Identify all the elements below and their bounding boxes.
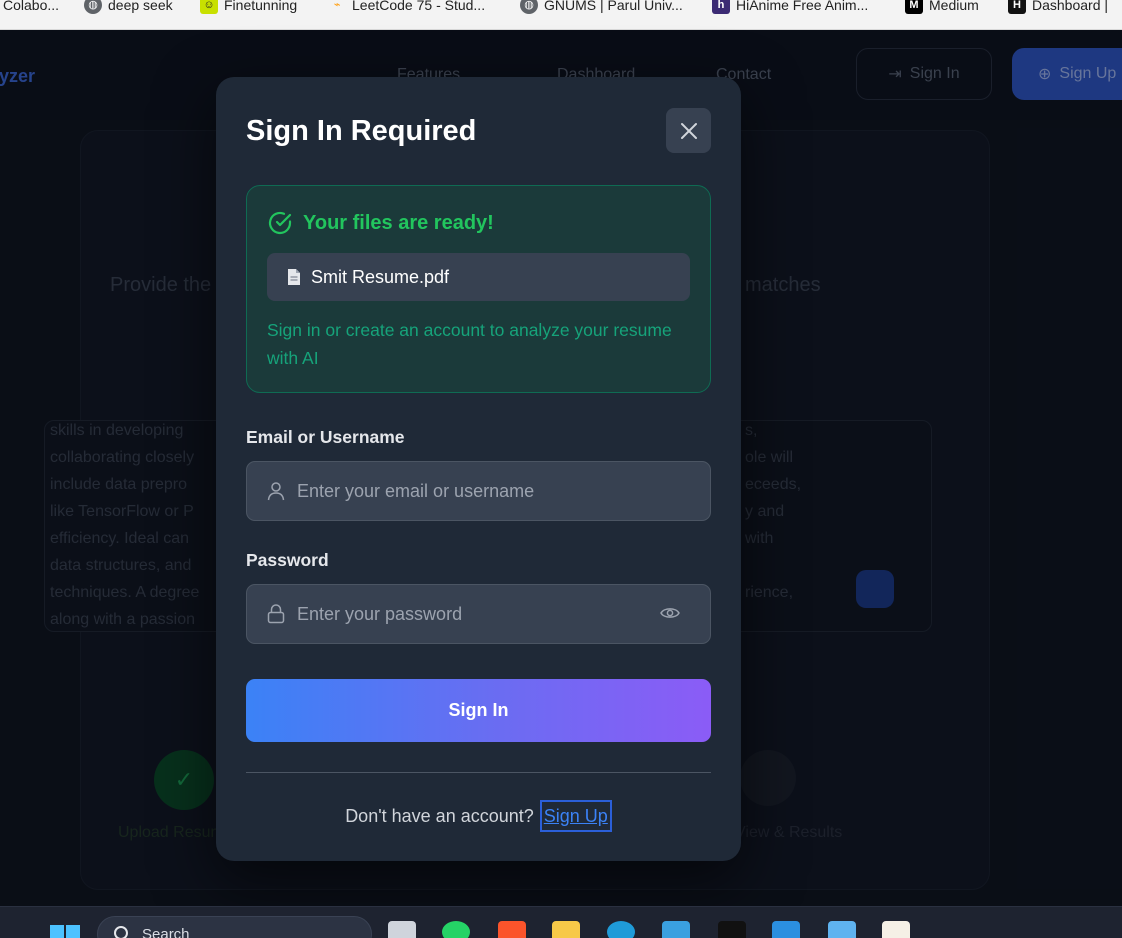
bookmark-item[interactable]: H Dashboard |: [1008, 0, 1108, 14]
sign-up-link[interactable]: Sign Up: [539, 800, 612, 832]
hackerrank-icon: H: [1008, 0, 1026, 14]
taskbar-search[interactable]: Search: [97, 916, 372, 938]
notepad-icon[interactable]: [828, 921, 856, 938]
email-input[interactable]: [297, 480, 637, 502]
globe-icon: ◍: [520, 0, 538, 14]
bookmarks-bar: Colabo... ◍ deep seek ☺ Finetunning ⌁ Le…: [0, 0, 1122, 30]
taskbar: Search: [0, 906, 1122, 938]
email-field[interactable]: [246, 461, 711, 521]
password-field[interactable]: [246, 584, 711, 644]
close-icon: [680, 122, 697, 139]
brave-icon[interactable]: [498, 921, 526, 938]
password-label: Password: [246, 550, 329, 570]
medium-icon: M: [905, 0, 923, 14]
file-chip: Smit Resume.pdf: [267, 253, 690, 301]
bookmark-item[interactable]: ◍ GNUMS | Parul Univ...: [520, 0, 683, 14]
search-icon: [114, 926, 128, 938]
leetcode-icon: ⌁: [333, 0, 341, 11]
signup-prompt-text: Don't have an account?: [345, 805, 534, 826]
vscode-icon[interactable]: [772, 921, 800, 938]
hianime-icon: h: [712, 0, 730, 14]
smiley-icon: ☺: [200, 0, 218, 14]
check-circle-icon: [268, 211, 292, 235]
files-ready-title: Your files are ready!: [303, 211, 494, 234]
files-ready-panel: Your files are ready! Smit Resume.pdf Si…: [246, 185, 711, 393]
bookmark-item[interactable]: ⌁ LeetCode 75 - Stud...: [328, 0, 485, 14]
signup-prompt: Don't have an account? Sign Up: [216, 800, 741, 832]
lock-icon: [267, 604, 285, 624]
files-ready-message: Sign in or create an account to analyze …: [267, 320, 672, 368]
email-label: Email or Username: [246, 427, 405, 447]
globe-icon: ◍: [84, 0, 102, 14]
app-icon[interactable]: [718, 921, 746, 938]
file-name: Smit Resume.pdf: [311, 266, 450, 287]
bookmark-item[interactable]: M Medium: [905, 0, 979, 14]
sign-in-modal: Sign In Required Your files are ready! S…: [216, 77, 741, 861]
app-icon[interactable]: [882, 921, 910, 938]
whatsapp-icon[interactable]: [442, 921, 470, 938]
file-explorer-window-icon[interactable]: [388, 921, 416, 938]
file-icon: [288, 269, 300, 285]
store-icon[interactable]: [662, 921, 690, 938]
close-button[interactable]: [666, 108, 711, 153]
modal-title: Sign In Required: [246, 115, 477, 147]
show-password-icon[interactable]: [660, 605, 680, 621]
sign-in-button[interactable]: Sign In: [246, 679, 711, 742]
windows-start-icon[interactable]: [50, 921, 80, 938]
bookmark-item[interactable]: h HiAnime Free Anim...: [712, 0, 868, 14]
bookmark-item[interactable]: Colabo...: [3, 0, 59, 14]
bookmark-item[interactable]: ☺ Finetunning: [200, 0, 297, 14]
folder-icon[interactable]: [552, 921, 580, 938]
divider: [246, 772, 711, 773]
edge-icon[interactable]: [607, 921, 635, 938]
bookmark-item[interactable]: ◍ deep seek: [84, 0, 173, 14]
password-input[interactable]: [297, 603, 637, 625]
user-icon: [267, 482, 285, 501]
files-ready-header: Your files are ready!: [267, 210, 494, 236]
